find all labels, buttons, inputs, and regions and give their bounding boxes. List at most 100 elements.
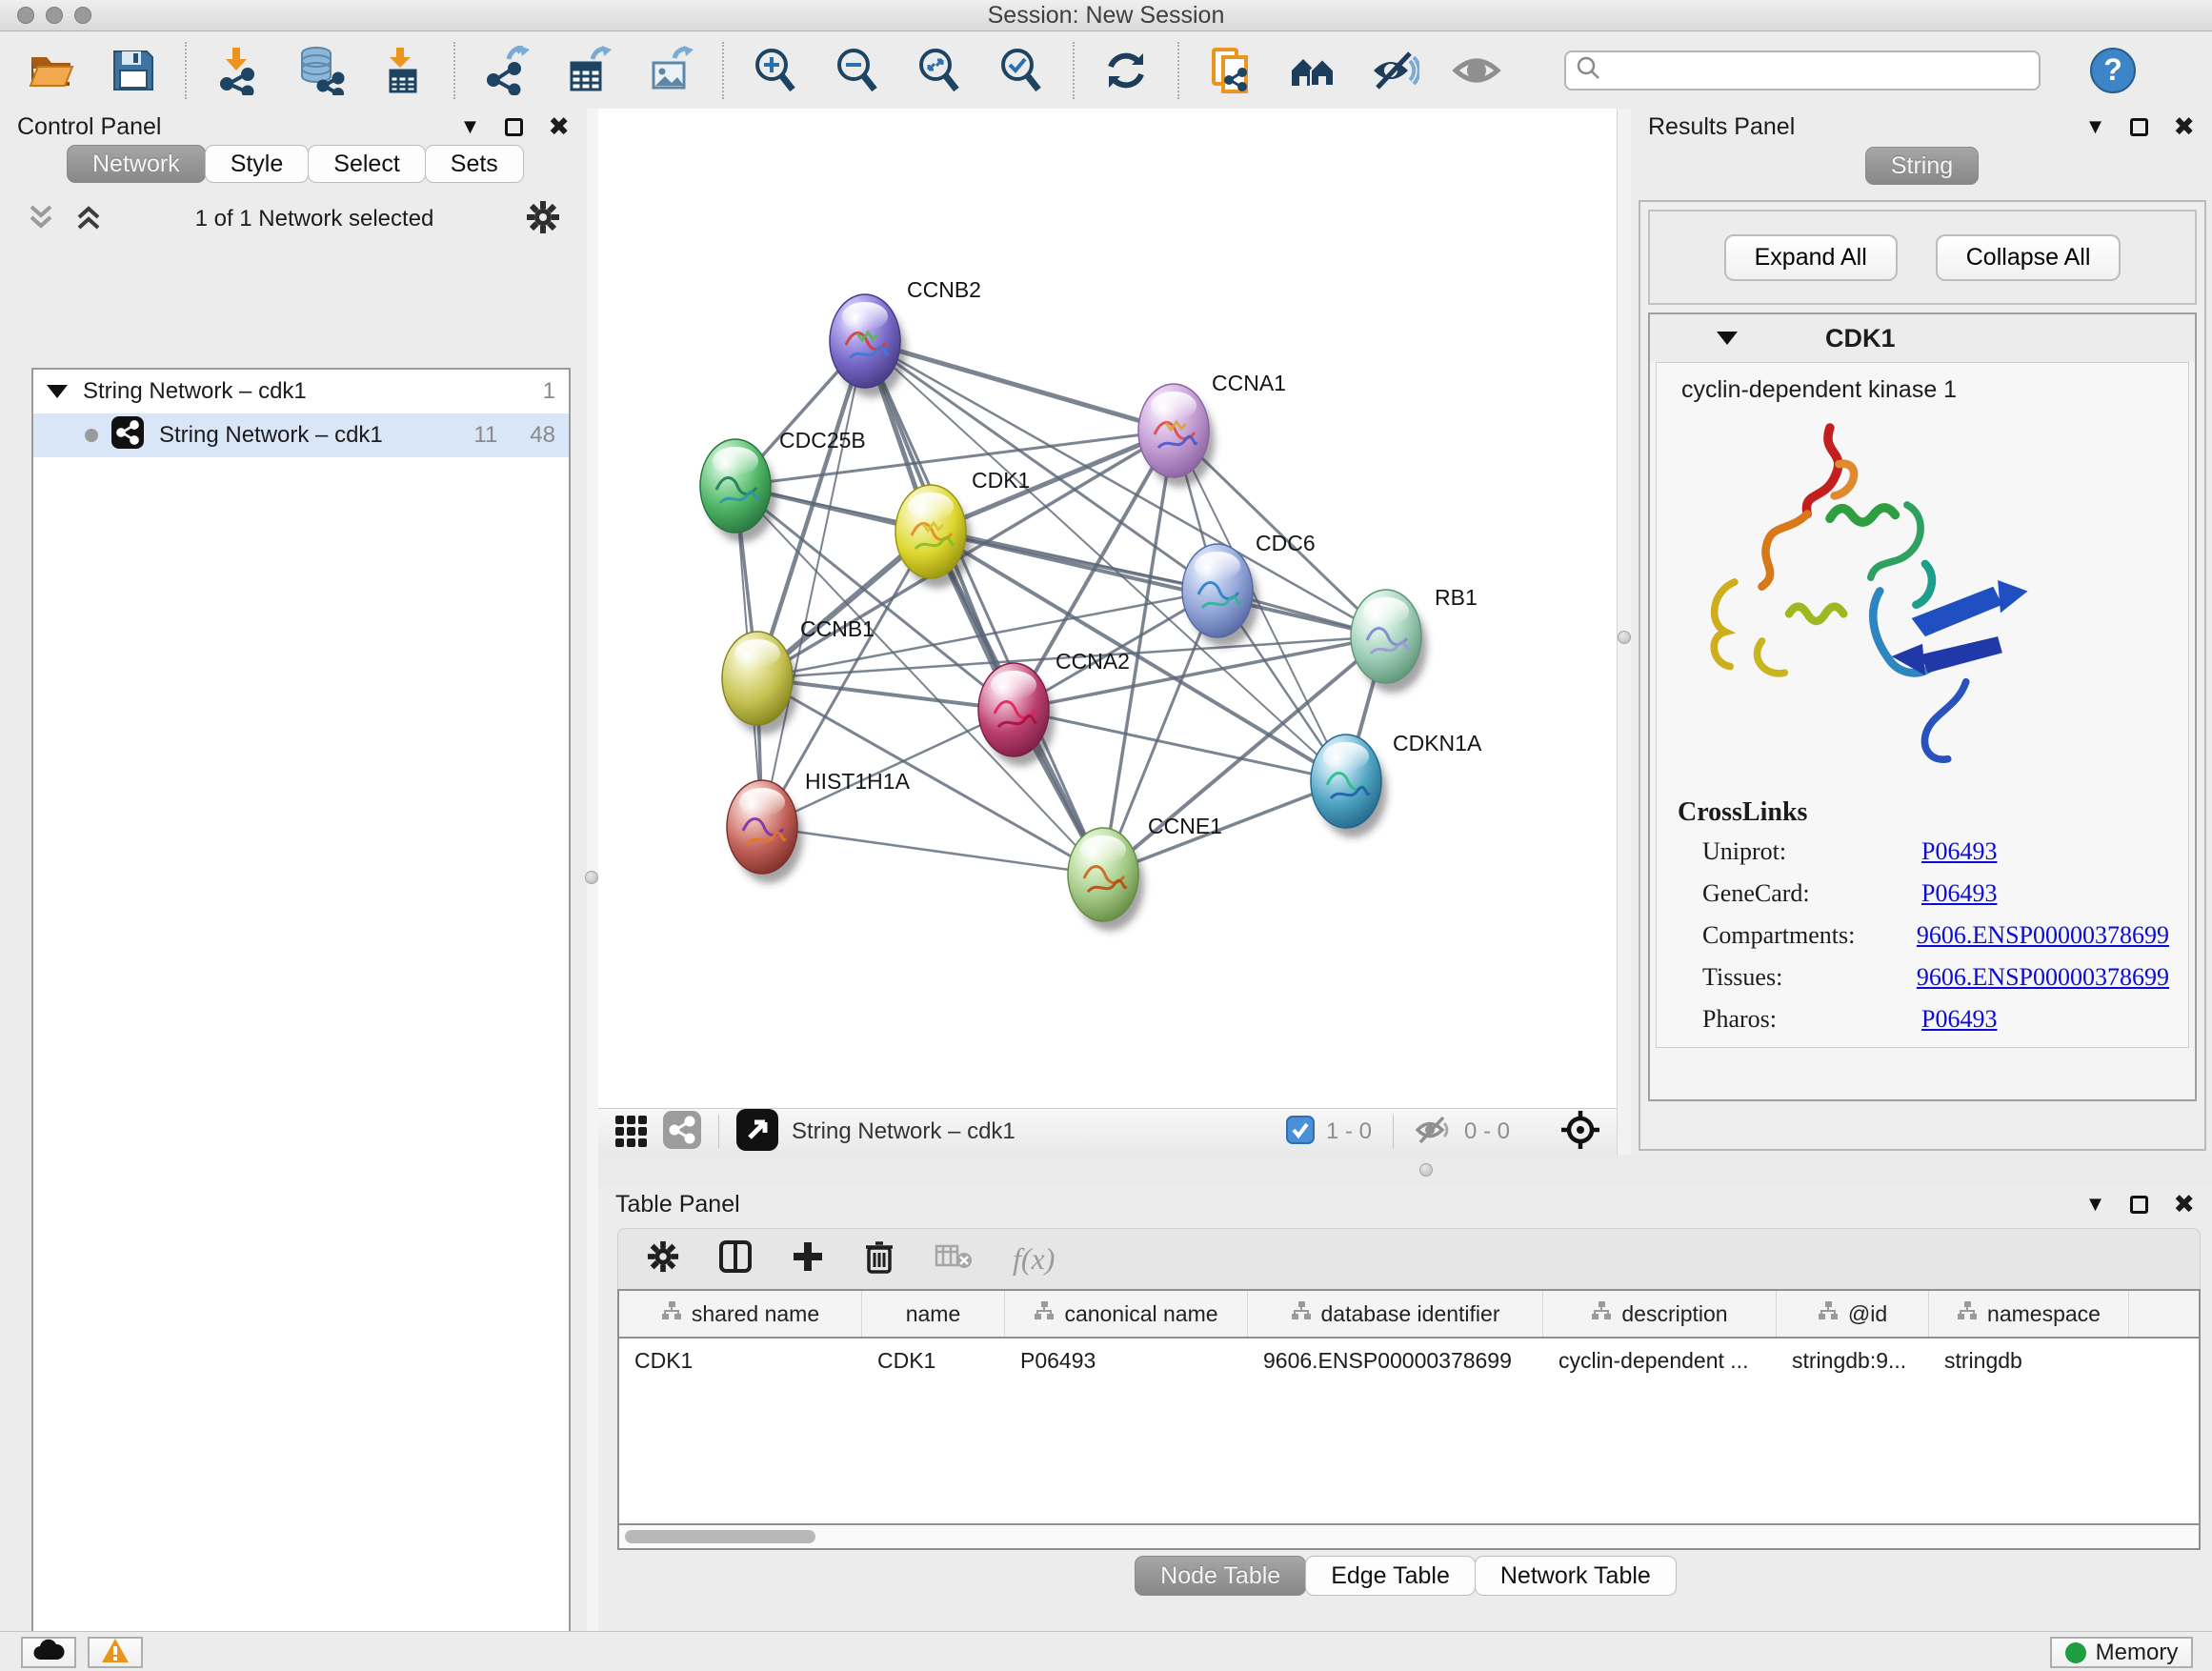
collapse-all-networks-icon[interactable]: [27, 201, 55, 238]
table-cell[interactable]: cyclin-dependent ...: [1543, 1339, 1777, 1382]
hidden-eye-slash-icon[interactable]: [1415, 1114, 1453, 1151]
network-node-HIST1H1A[interactable]: [727, 780, 803, 883]
network-node-CDC6[interactable]: [1182, 544, 1258, 647]
expand-all-button[interactable]: Expand All: [1724, 234, 1898, 281]
network-node-CCNE1[interactable]: [1068, 828, 1144, 931]
show-columns-icon[interactable]: [719, 1240, 752, 1278]
vertical-splitter[interactable]: [1617, 109, 1632, 1155]
table-cell[interactable]: CDK1: [862, 1339, 1005, 1382]
gene-expander-icon[interactable]: [1717, 332, 1738, 345]
crosslink-link[interactable]: P06493: [1921, 879, 1997, 908]
cloud-status-button[interactable]: [21, 1637, 76, 1668]
import-network-database-button[interactable]: [293, 44, 347, 97]
birdseye-crosshair-icon[interactable]: [1559, 1109, 1601, 1156]
import-table-button[interactable]: [375, 44, 429, 97]
column-header-@id[interactable]: @id: [1777, 1291, 1929, 1337]
collection-expander-icon[interactable]: [47, 385, 68, 398]
table-cell[interactable]: 9606.ENSP00000378699: [1248, 1339, 1543, 1382]
search-box[interactable]: [1564, 50, 2041, 91]
zoom-fit-button[interactable]: [913, 44, 966, 97]
tab-edge-table[interactable]: Edge Table: [1305, 1556, 1476, 1596]
save-session-button[interactable]: [107, 44, 160, 97]
network-collection-row[interactable]: String Network – cdk1 1: [33, 370, 569, 413]
export-table-button[interactable]: [562, 44, 615, 97]
panel-close-icon[interactable]: ✖: [548, 112, 570, 142]
crosslink-link[interactable]: P06493: [1921, 837, 1997, 866]
table-cell[interactable]: CDK1: [619, 1339, 862, 1382]
network-row[interactable]: String Network – cdk1 11 48: [33, 413, 569, 457]
table-cell[interactable]: P06493: [1005, 1339, 1248, 1382]
panel-float-icon[interactable]: [505, 118, 523, 136]
tab-network-table[interactable]: Network Table: [1475, 1556, 1677, 1596]
help-button[interactable]: ?: [2086, 44, 2140, 97]
show-all-button[interactable]: [1450, 44, 1503, 97]
network-node-CDKN1A[interactable]: [1311, 735, 1387, 837]
column-header-shared-name[interactable]: shared name: [619, 1291, 862, 1337]
splitter-grip[interactable]: [1618, 631, 1631, 644]
tab-node-table[interactable]: Node Table: [1135, 1556, 1306, 1596]
open-in-new-icon[interactable]: [736, 1109, 778, 1156]
panel-float-icon[interactable]: [2130, 1196, 2148, 1214]
network-canvas[interactable]: CCNB2CCNA1CDC25BCDK1CDC6RB1CCNB1CCNA2CDK…: [598, 109, 1617, 1108]
network-edge-CDKN1A-CCNE1[interactable]: [1103, 781, 1346, 875]
network-node-RB1[interactable]: [1351, 590, 1427, 693]
network-edge-CCNB2-CCNA1[interactable]: [865, 341, 1174, 431]
table-horizontal-scrollbar[interactable]: [617, 1525, 2201, 1550]
tab-select[interactable]: Select: [308, 145, 425, 183]
table-row[interactable]: CDK1CDK1P064939606.ENSP00000378699cyclin…: [619, 1339, 2199, 1382]
column-header-name[interactable]: name: [862, 1291, 1005, 1337]
home-views-button[interactable]: [1286, 44, 1339, 97]
crosslink-link[interactable]: 9606.ENSP00000378699: [1917, 921, 2169, 950]
zoom-out-button[interactable]: [831, 44, 884, 97]
duplicate-network-button[interactable]: [1204, 44, 1257, 97]
import-network-file-button[interactable]: [211, 44, 265, 97]
selected-checkbox-icon[interactable]: [1286, 1116, 1315, 1149]
network-edge-CCNB2-CCNE1[interactable]: [865, 341, 1103, 875]
network-node-CCNA2[interactable]: [978, 663, 1055, 766]
collapse-all-button[interactable]: Collapse All: [1936, 234, 2122, 281]
panel-collapse-icon[interactable]: ▼: [2085, 1194, 2106, 1215]
search-input[interactable]: [1608, 56, 2029, 85]
table-options-gear-icon[interactable]: [647, 1240, 679, 1278]
panel-close-icon[interactable]: ✖: [2173, 1190, 2195, 1219]
refresh-layout-button[interactable]: [1099, 44, 1153, 97]
network-options-gear-icon[interactable]: [526, 200, 560, 239]
panel-float-icon[interactable]: [2130, 118, 2148, 136]
table-cell[interactable]: stringdb: [1929, 1339, 2129, 1382]
tab-sets[interactable]: Sets: [425, 145, 524, 183]
panel-collapse-icon[interactable]: ▼: [2085, 116, 2106, 137]
crosslink-link[interactable]: P06493: [1921, 1005, 1997, 1034]
horizontal-splitter[interactable]: [598, 1155, 2212, 1186]
network-node-CCNB1[interactable]: [722, 632, 798, 735]
expand-all-networks-icon[interactable]: [74, 201, 103, 238]
gene-card-header[interactable]: CDK1: [1650, 314, 2195, 362]
open-session-button[interactable]: [25, 44, 78, 97]
hide-selected-button[interactable]: [1368, 44, 1421, 97]
zoom-selected-button[interactable]: [995, 44, 1048, 97]
add-column-icon[interactable]: [792, 1240, 824, 1278]
network-node-CCNB2[interactable]: [830, 294, 906, 397]
network-edge-HIST1H1A-CCNE1[interactable]: [762, 827, 1103, 875]
table-cell[interactable]: stringdb:9...: [1777, 1339, 1929, 1382]
grid-view-icon[interactable]: [613, 1112, 650, 1153]
column-header-database-identifier[interactable]: database identifier: [1248, 1291, 1543, 1337]
network-share-icon[interactable]: [663, 1111, 701, 1154]
tab-string[interactable]: String: [1865, 147, 1979, 185]
panel-close-icon[interactable]: ✖: [2173, 112, 2195, 142]
network-edge-CCNB2-HIST1H1A[interactable]: [762, 341, 865, 827]
function-builder-button[interactable]: f(x): [1013, 1241, 1055, 1277]
tab-style[interactable]: Style: [205, 145, 310, 183]
memory-button[interactable]: Memory: [2050, 1637, 2193, 1668]
tab-network[interactable]: Network: [67, 145, 206, 183]
crosslink-link[interactable]: 9606.ENSP00000378699: [1917, 963, 2169, 992]
export-network-button[interactable]: [480, 44, 533, 97]
column-header-canonical-name[interactable]: canonical name: [1005, 1291, 1248, 1337]
warnings-button[interactable]: [88, 1637, 143, 1668]
network-edge-CCNA2-CDKN1A[interactable]: [1014, 710, 1346, 781]
panel-collapse-icon[interactable]: ▼: [460, 116, 481, 137]
scrollbar-thumb[interactable]: [625, 1530, 815, 1543]
delete-column-icon[interactable]: [864, 1239, 895, 1278]
delete-table-icon[interactable]: [935, 1242, 973, 1276]
column-header-description[interactable]: description: [1543, 1291, 1777, 1337]
splitter-grip[interactable]: [585, 871, 598, 884]
